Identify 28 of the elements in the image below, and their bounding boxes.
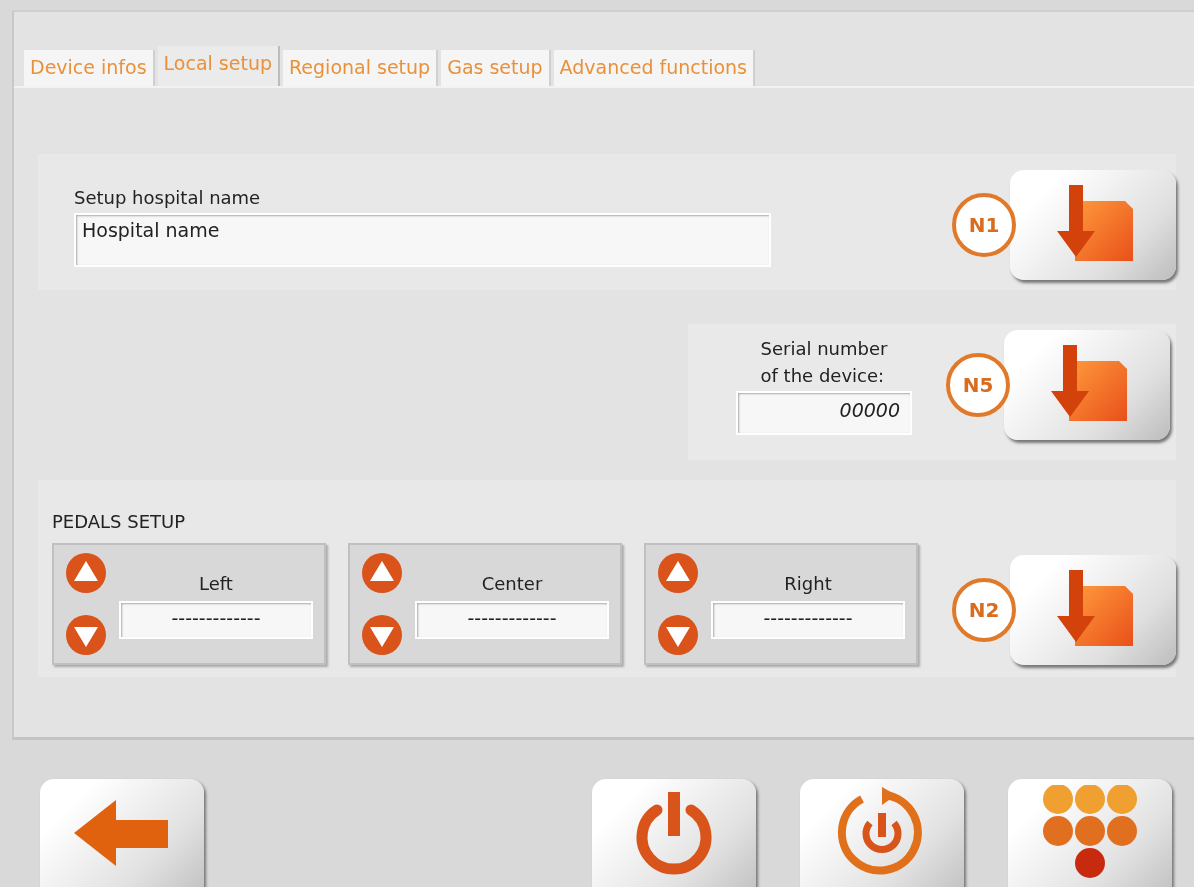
save-button[interactable] [1010, 170, 1176, 280]
field-label: Setup hospital name [74, 185, 262, 210]
power-button[interactable] [592, 779, 756, 887]
restart-button[interactable] [800, 779, 964, 887]
down-arrow-button[interactable] [657, 614, 699, 656]
keypad-icon [1040, 785, 1140, 881]
up-arrow-button[interactable] [361, 552, 403, 594]
serial-number-field[interactable]: 00000 [736, 391, 912, 435]
save-button[interactable] [1004, 330, 1170, 440]
field-label: Serial number of the device: [760, 337, 888, 388]
section-title: PEDALS SETUP [52, 510, 187, 534]
save-button[interactable] [1010, 555, 1176, 665]
hospital-name-field[interactable]: Hospital name [74, 212, 771, 267]
down-arrow-button[interactable] [65, 614, 107, 656]
keypad-button[interactable] [1008, 779, 1172, 887]
up-arrow-button[interactable] [65, 552, 107, 594]
back-button[interactable] [40, 779, 204, 887]
down-arrow-button[interactable] [361, 614, 403, 656]
callout-badge: N2 [952, 578, 1016, 642]
pedal-label: Left [199, 571, 233, 596]
pedal-value-field[interactable]: ------------- [119, 600, 313, 639]
callout-badge: N1 [952, 193, 1016, 257]
pedal-value-field[interactable]: ------------- [415, 600, 609, 639]
pedal-value-field[interactable]: ------------- [711, 600, 905, 639]
up-arrow-button[interactable] [657, 552, 699, 594]
callout-badge: N5 [946, 353, 1010, 417]
pedal-label: Right [784, 571, 832, 596]
pedal-label: Center [481, 571, 543, 596]
